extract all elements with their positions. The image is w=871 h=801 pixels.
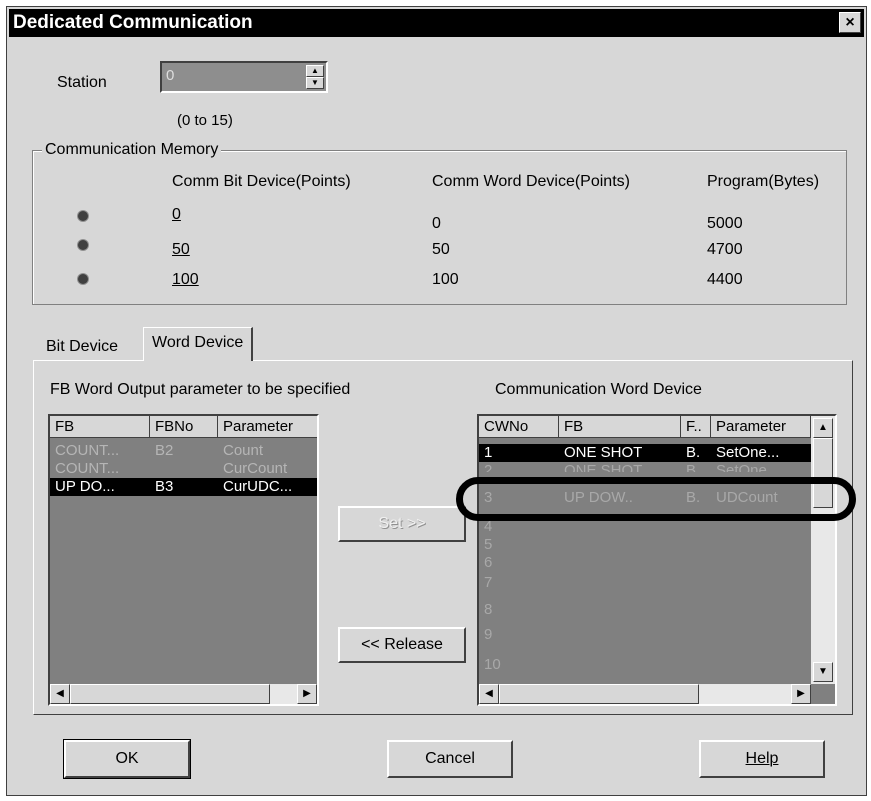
row-fbno: B2 bbox=[155, 442, 174, 459]
column-header-cwno[interactable]: CWNo bbox=[479, 416, 559, 438]
table-row-selected[interactable]: 1 ONE SHOT B. SetOne... bbox=[479, 444, 811, 462]
row-f: B. bbox=[686, 444, 701, 461]
arrow-right-icon: ▶ bbox=[797, 688, 805, 699]
cw-list-label: Communication Word Device bbox=[495, 381, 702, 398]
list-item[interactable]: COUNT... CurCount bbox=[50, 460, 317, 478]
spin-up-button[interactable]: ▲ bbox=[306, 65, 324, 77]
row-fb: ONE SHOT bbox=[564, 462, 643, 472]
row-f: B. bbox=[686, 462, 701, 472]
row-parameter: SetOne... bbox=[716, 462, 780, 472]
title-bar[interactable]: Dedicated Communication × bbox=[9, 9, 864, 37]
radio-option-0[interactable] bbox=[78, 211, 88, 221]
row-fb: ONE SHOT bbox=[564, 444, 643, 461]
bit-value-100: 100 bbox=[172, 271, 199, 288]
word-value-50: 50 bbox=[432, 241, 450, 258]
row-cwno: 1 bbox=[484, 444, 493, 461]
row-cwno: 10 bbox=[484, 656, 501, 673]
station-value: 0 bbox=[166, 67, 175, 84]
row-cwno: 8 bbox=[484, 601, 493, 618]
scroll-left-button[interactable]: ◀ bbox=[479, 684, 499, 704]
fb-word-output-list[interactable]: FB FBNo Parameter COUNT... B2 Count COUN… bbox=[48, 414, 319, 706]
close-button[interactable]: × bbox=[839, 12, 861, 33]
communication-memory-label: Communication Memory bbox=[42, 141, 222, 159]
word-value-100: 100 bbox=[432, 271, 459, 288]
row-cwno: 6 bbox=[484, 554, 493, 571]
arrow-down-icon: ▼ bbox=[818, 666, 828, 677]
scroll-right-button[interactable]: ▶ bbox=[791, 684, 811, 704]
arrow-up-icon: ▲ bbox=[818, 422, 828, 433]
close-icon: × bbox=[845, 14, 855, 31]
program-value-100: 4400 bbox=[707, 271, 743, 288]
column-header-parameter[interactable]: Parameter bbox=[711, 416, 811, 438]
arrow-left-icon: ◀ bbox=[56, 688, 64, 699]
arrow-down-icon: ▼ bbox=[311, 78, 319, 87]
column-header-f[interactable]: F.. bbox=[681, 416, 711, 438]
program-value-50: 4700 bbox=[707, 241, 743, 258]
word-value-0: 0 bbox=[432, 215, 441, 232]
scroll-right-button[interactable]: ▶ bbox=[297, 684, 317, 704]
row-fb: UP DO... bbox=[55, 478, 115, 495]
arrow-right-icon: ▶ bbox=[303, 688, 311, 699]
column-header-parameter[interactable]: Parameter bbox=[218, 416, 317, 438]
list-item[interactable]: COUNT... B2 Count bbox=[50, 442, 317, 460]
station-range-hint: (0 to 15) bbox=[177, 112, 233, 129]
horizontal-scrollbar[interactable]: ◀ ▶ bbox=[479, 684, 811, 704]
scroll-left-button[interactable]: ◀ bbox=[50, 684, 70, 704]
table-row[interactable]: 2 ONE SHOT B. SetOne... bbox=[479, 462, 811, 472]
station-spinner[interactable]: 0 ▲ ▼ bbox=[160, 61, 328, 93]
horizontal-scrollbar[interactable]: ◀ ▶ bbox=[50, 684, 317, 704]
row-parameter: CurUDC... bbox=[223, 478, 293, 495]
scroll-thumb[interactable] bbox=[70, 684, 270, 704]
list-item-selected[interactable]: UP DO... B3 CurUDC... bbox=[50, 478, 317, 496]
communication-word-device-list[interactable]: CWNo FB F.. Parameter 1 ONE SHOT B. SetO… bbox=[477, 414, 837, 706]
header-program: Program(Bytes) bbox=[707, 173, 820, 190]
highlight-ring bbox=[456, 477, 856, 521]
help-button[interactable]: Help bbox=[699, 740, 825, 778]
row-cwno: 5 bbox=[484, 536, 493, 553]
row-parameter: CurCount bbox=[223, 460, 288, 477]
set-button[interactable]: Set >> bbox=[338, 506, 466, 542]
row-cwno: 2 bbox=[484, 462, 493, 472]
row-fb: COUNT... bbox=[55, 442, 120, 459]
header-bit-device: Comm Bit Device(Points) bbox=[172, 173, 351, 190]
scroll-up-button[interactable]: ▲ bbox=[813, 418, 833, 438]
row-parameter: SetOne... bbox=[716, 444, 780, 461]
row-fbno: B3 bbox=[155, 478, 174, 495]
tab-bit-device[interactable]: Bit Device bbox=[38, 333, 126, 361]
bit-value-0: 0 bbox=[172, 206, 181, 223]
column-header-fb[interactable]: FB bbox=[559, 416, 681, 438]
program-value-0: 5000 bbox=[707, 215, 743, 232]
row-parameter: Count bbox=[223, 442, 264, 459]
fb-list-label: FB Word Output parameter to be specified bbox=[50, 381, 351, 398]
row-fb: COUNT... bbox=[55, 460, 120, 477]
scroll-thumb[interactable] bbox=[499, 684, 699, 704]
arrow-up-icon: ▲ bbox=[311, 66, 319, 75]
tab-word-device[interactable]: Word Device bbox=[143, 327, 254, 361]
window-title: Dedicated Communication bbox=[13, 12, 253, 33]
vertical-scrollbar[interactable]: ▲ ▼ bbox=[811, 416, 835, 684]
station-label: Station bbox=[57, 74, 107, 91]
arrow-left-icon: ◀ bbox=[485, 688, 493, 699]
cancel-button[interactable]: Cancel bbox=[387, 740, 513, 778]
bit-value-50: 50 bbox=[172, 241, 190, 258]
radio-option-100[interactable] bbox=[78, 274, 88, 284]
header-word-device: Comm Word Device(Points) bbox=[432, 173, 630, 190]
row-cwno: 9 bbox=[484, 626, 493, 643]
spin-down-button[interactable]: ▼ bbox=[306, 77, 324, 89]
column-header-fbno[interactable]: FBNo bbox=[150, 416, 218, 438]
column-header-fb[interactable]: FB bbox=[50, 416, 150, 438]
release-button[interactable]: << Release bbox=[338, 627, 466, 663]
ok-button[interactable]: OK bbox=[63, 739, 191, 779]
scroll-down-button[interactable]: ▼ bbox=[813, 662, 833, 682]
radio-option-50[interactable] bbox=[78, 240, 88, 250]
row-cwno: 7 bbox=[484, 574, 493, 591]
